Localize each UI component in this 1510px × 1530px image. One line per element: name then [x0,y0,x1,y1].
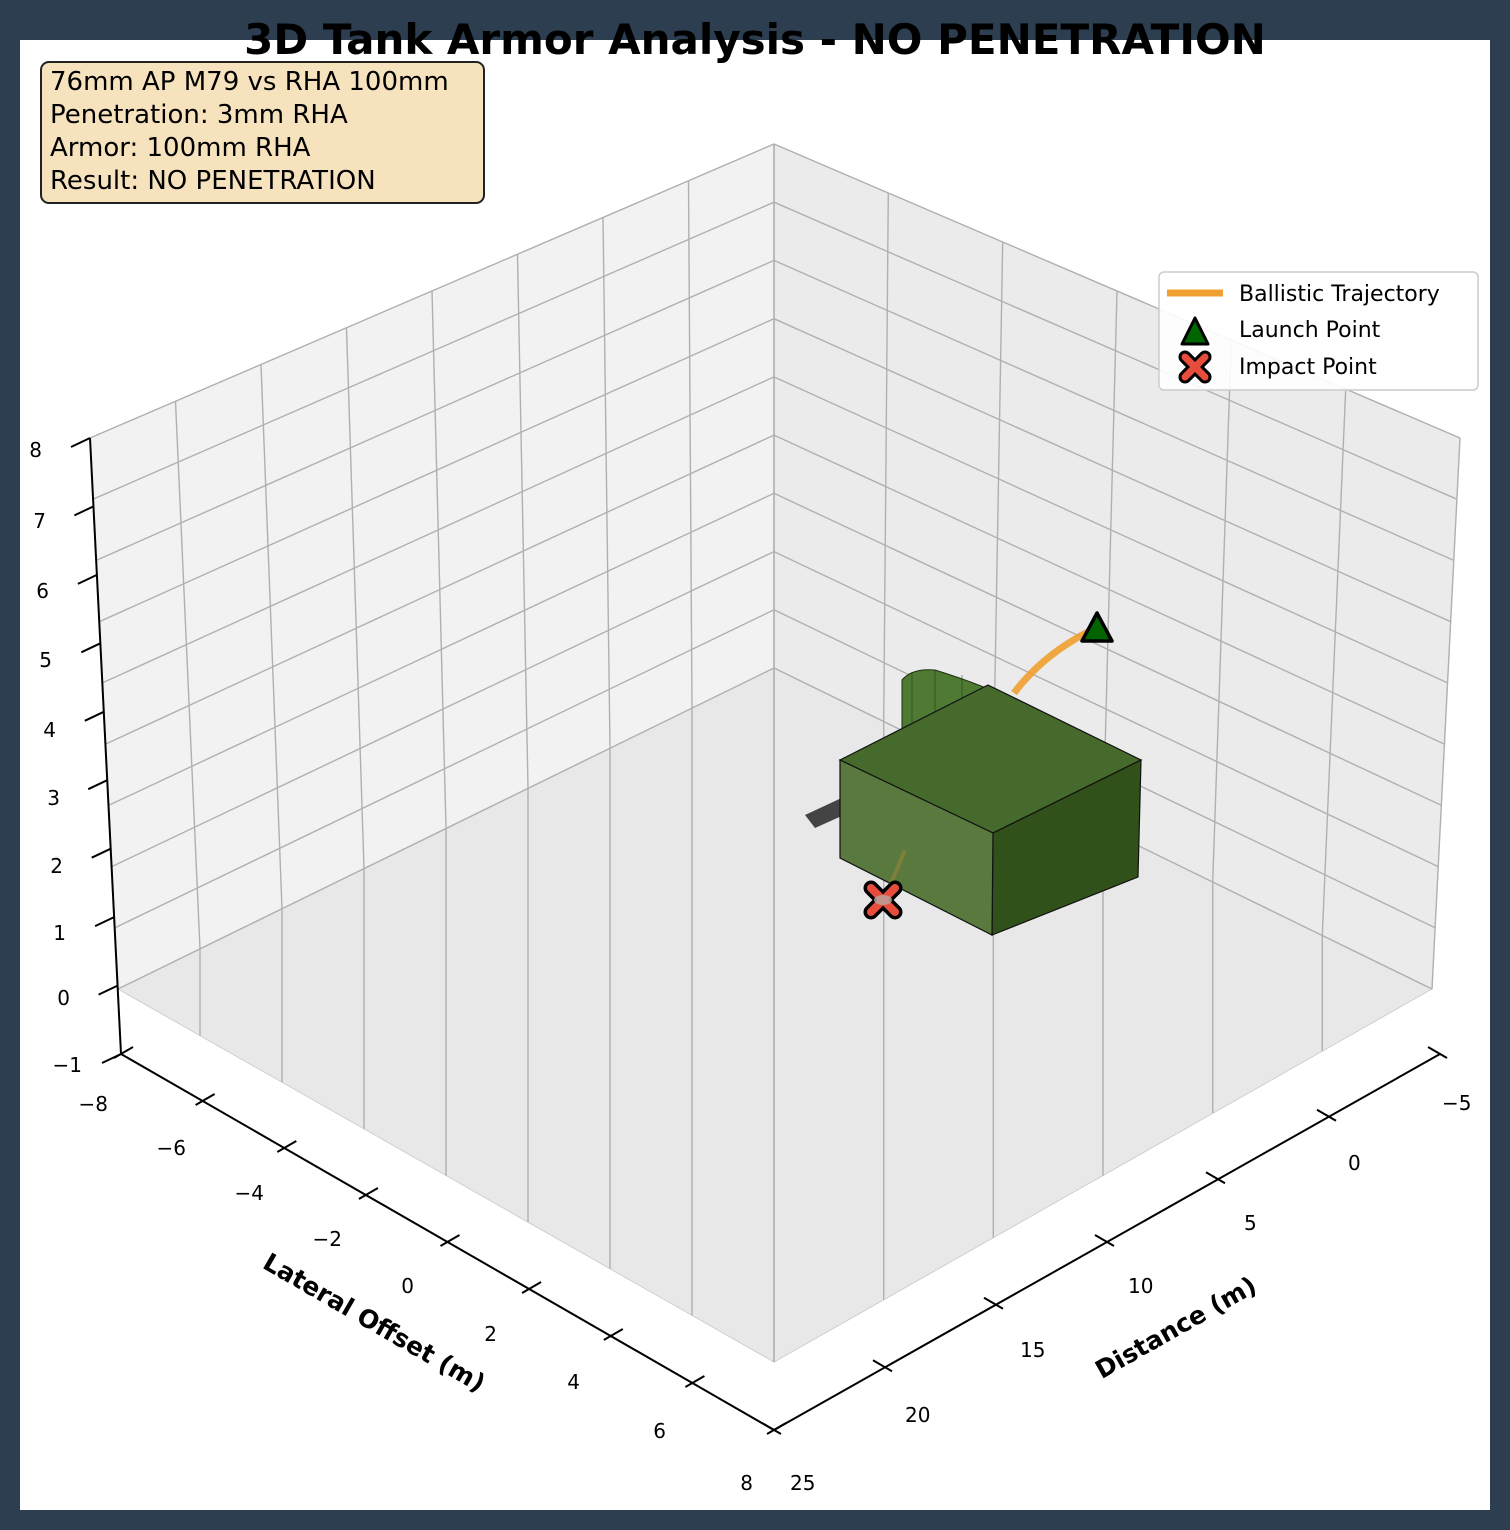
z-tick-label: 2 [50,854,63,878]
z-tick-mark [87,779,108,791]
y-tick-label: −4 [235,1181,264,1205]
y-tick-label: −8 [79,1092,108,1116]
z-tick-label: 3 [47,786,60,810]
z-tick-label: 5 [39,648,52,672]
info-box: 76mm AP M79 vs RHA 100mm Penetration: 3m… [40,61,485,204]
legend: Ballistic Trajectory Launch Point Impact… [1158,271,1479,391]
z-tick-mark [94,916,115,928]
info-line-penetration: Penetration: 3mm RHA [50,100,348,130]
x-tick-label: 10 [1128,1274,1153,1298]
z-tick-label: 0 [57,986,70,1010]
x-tick-label: 5 [1244,1211,1257,1235]
z-tick-label: 4 [43,718,56,742]
z-tick-mark [84,710,105,722]
legend-label-impact: Impact Point [1239,355,1377,380]
x-axis-label: Distance (m) [1090,1271,1261,1385]
y-tick-label: 2 [484,1322,497,1346]
x-tick-label: 25 [790,1471,815,1495]
legend-label-trajectory: Ballistic Trajectory [1239,282,1440,307]
z-tick-label: 6 [36,579,49,603]
z-tick-label: 8 [29,438,42,462]
y-axis-label: Lateral Offset (m) [258,1247,490,1398]
z-tick-mark [80,642,101,654]
z-tick-label: −1 [53,1053,82,1077]
x-tick-label: −5 [1442,1091,1471,1115]
impact-point-marker [863,880,903,920]
y-tick-label: −6 [157,1136,186,1160]
y-tick-label: 6 [653,1419,666,1443]
legend-label-launch: Launch Point [1239,318,1381,343]
chart-title: 3D Tank Armor Analysis - NO PENETRATION [244,15,1266,64]
info-line-result: Result: NO PENETRATION [50,166,376,196]
z-tick-label: 7 [33,509,46,533]
z-tick-labels: −1 0 1 2 3 4 5 6 7 8 [29,438,82,1077]
z-tick-mark [70,437,91,448]
info-line-ammunition: 76mm AP M79 vs RHA 100mm [50,67,449,97]
y-tick-label: 4 [567,1370,580,1394]
z-tick-mark [98,984,119,996]
y-tick-label: 8 [740,1471,753,1495]
z-tick-label: 1 [53,921,66,945]
y-tick-label: 0 [401,1274,414,1298]
z-tick-mark [91,847,112,859]
x-tick-label: 0 [1348,1151,1361,1175]
z-tick-mark [77,573,98,585]
x-tick-label: 20 [905,1403,930,1427]
legend-swatch-impact [1178,350,1212,384]
y-tick-label: −2 [313,1227,342,1251]
info-line-armor: Armor: 100mm RHA [50,133,311,163]
figure: −1 0 1 2 3 4 5 6 7 8 −8 −6 −4 −2 0 2 4 6… [29,15,1479,1495]
x-tick-label: 15 [1020,1338,1045,1362]
z-tick-mark [73,505,94,517]
